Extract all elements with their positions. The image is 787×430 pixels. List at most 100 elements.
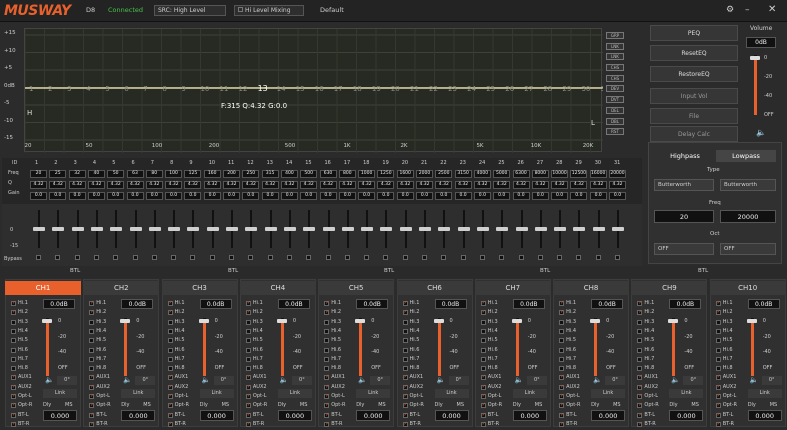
delay-input[interactable]: 0.000 — [669, 410, 704, 421]
band-q-input[interactable]: 4.32 — [377, 181, 395, 189]
delay-input[interactable]: 0.000 — [199, 410, 234, 421]
input-checkbox[interactable] — [324, 366, 330, 372]
bypass-checkbox[interactable] — [615, 255, 620, 260]
link-button[interactable]: Link — [277, 389, 312, 398]
right-button[interactable]: Input Vol — [650, 88, 738, 104]
input-checkbox[interactable] — [324, 319, 330, 325]
phase-button[interactable]: 0° — [761, 376, 782, 385]
band-q-input[interactable]: 4.32 — [396, 181, 414, 189]
master-volume-knob[interactable] — [750, 56, 760, 60]
input-checkbox[interactable] — [89, 309, 94, 316]
band-freq-input[interactable]: 800 — [338, 170, 356, 178]
input-checkbox[interactable] — [637, 374, 643, 381]
input-checkbox[interactable] — [480, 347, 486, 353]
input-checkbox[interactable] — [480, 366, 486, 372]
channel-tab[interactable]: CH1 — [5, 281, 81, 295]
band-q-input[interactable]: 4.32 — [300, 181, 318, 189]
highpass-type-select[interactable]: Butterworth — [654, 179, 714, 191]
band-fader-knob[interactable] — [264, 227, 277, 231]
bypass-checkbox[interactable] — [306, 255, 312, 260]
band-fader-knob[interactable] — [148, 227, 161, 231]
input-checkbox[interactable] — [715, 384, 721, 390]
channel-volume-value[interactable]: 0.0dB — [43, 299, 75, 309]
band-q-input[interactable]: 4.32 — [531, 181, 549, 189]
input-checkbox[interactable] — [89, 412, 94, 418]
band-gain-input[interactable]: 0.0 — [319, 192, 337, 200]
band-freq-input[interactable]: 8000 — [531, 170, 549, 178]
link-button[interactable]: Link — [43, 389, 77, 398]
band-gain-input[interactable]: 0.0 — [68, 192, 86, 200]
band-q-input[interactable]: 4.32 — [30, 181, 47, 189]
bypass-checkbox[interactable] — [441, 255, 447, 260]
input-checkbox[interactable] — [715, 338, 721, 344]
input-checkbox[interactable] — [559, 319, 565, 325]
band-freq-input[interactable]: 250 — [242, 170, 260, 178]
band-gain-input[interactable]: 0.0 — [300, 192, 318, 200]
input-checkbox[interactable] — [324, 347, 330, 353]
input-checkbox[interactable] — [245, 402, 251, 409]
channel-volume-value[interactable]: 0.0dB — [121, 299, 154, 309]
right-button[interactable]: ResetEQ — [650, 45, 738, 61]
band-gain-input[interactable]: 0.0 — [454, 192, 472, 200]
bypass-checkbox[interactable] — [595, 255, 601, 260]
input-checkbox[interactable] — [167, 309, 173, 316]
highpass-tab[interactable]: Highpass — [655, 150, 715, 162]
bypass-checkbox[interactable] — [74, 255, 80, 260]
input-checkbox[interactable] — [402, 338, 408, 344]
highpass-oct-select[interactable]: OFF — [654, 243, 714, 255]
delay-input[interactable]: 0.000 — [43, 410, 77, 421]
settings-icon[interactable]: ⚙ — [726, 5, 734, 15]
band-fader-knob[interactable] — [245, 227, 258, 231]
channel-speaker-icon[interactable]: 🔈 — [45, 376, 54, 384]
band-freq-input[interactable]: 40 — [87, 170, 105, 178]
input-checkbox[interactable] — [637, 328, 643, 334]
delay-input[interactable]: 0.000 — [434, 410, 469, 421]
input-checkbox[interactable] — [245, 319, 251, 325]
input-checkbox[interactable] — [637, 412, 643, 418]
band-fader-knob[interactable] — [226, 227, 238, 231]
band-gain-input[interactable]: 0.0 — [184, 192, 202, 200]
input-checkbox[interactable] — [637, 402, 643, 409]
input-checkbox[interactable] — [402, 300, 408, 306]
input-checkbox[interactable] — [245, 374, 251, 381]
input-checkbox[interactable] — [637, 338, 643, 344]
band-q-input[interactable]: 4.32 — [570, 181, 588, 189]
band-freq-input[interactable]: 2500 — [435, 170, 453, 178]
band-freq-input[interactable]: 16000 — [589, 170, 607, 178]
band-freq-input[interactable]: 200 — [223, 170, 240, 178]
input-checkbox[interactable] — [637, 384, 643, 390]
input-checkbox[interactable] — [559, 338, 565, 344]
band-fader-knob[interactable] — [303, 227, 316, 231]
input-checkbox[interactable] — [480, 393, 486, 399]
bypass-checkbox[interactable] — [190, 255, 196, 260]
band-freq-input[interactable]: 10000 — [551, 170, 569, 178]
channel-volume-knob[interactable] — [746, 319, 757, 323]
band-q-input[interactable]: 4.32 — [609, 181, 626, 189]
input-checkbox[interactable] — [715, 347, 721, 353]
eq-side-button[interactable]: LNK — [606, 42, 624, 50]
input-checkbox[interactable] — [11, 319, 16, 325]
band-gain-input[interactable]: 0.0 — [416, 192, 433, 200]
input-checkbox[interactable] — [715, 366, 721, 372]
input-checkbox[interactable] — [11, 328, 16, 334]
input-checkbox[interactable] — [637, 309, 643, 316]
lowpass-type-select[interactable]: Butterworth — [720, 179, 776, 191]
input-checkbox[interactable] — [402, 374, 408, 381]
bypass-checkbox[interactable] — [171, 255, 177, 260]
bypass-checkbox[interactable] — [55, 255, 61, 260]
input-checkbox[interactable] — [245, 347, 251, 353]
input-checkbox[interactable] — [637, 393, 643, 399]
band-gain-input[interactable]: 0.0 — [223, 192, 240, 200]
band-q-input[interactable]: 4.32 — [435, 181, 453, 189]
band-gain-input[interactable]: 0.0 — [609, 192, 626, 200]
input-checkbox[interactable] — [89, 319, 95, 325]
phase-button[interactable]: 0° — [291, 376, 312, 385]
bypass-checkbox[interactable] — [499, 255, 505, 260]
input-checkbox[interactable] — [715, 356, 721, 362]
input-checkbox[interactable] — [480, 402, 486, 409]
band-freq-input[interactable]: 4000 — [473, 170, 491, 178]
input-checkbox[interactable] — [167, 300, 173, 306]
input-checkbox[interactable] — [480, 338, 486, 344]
phase-button[interactable]: 0° — [683, 376, 704, 385]
bypass-checkbox[interactable] — [576, 255, 582, 260]
